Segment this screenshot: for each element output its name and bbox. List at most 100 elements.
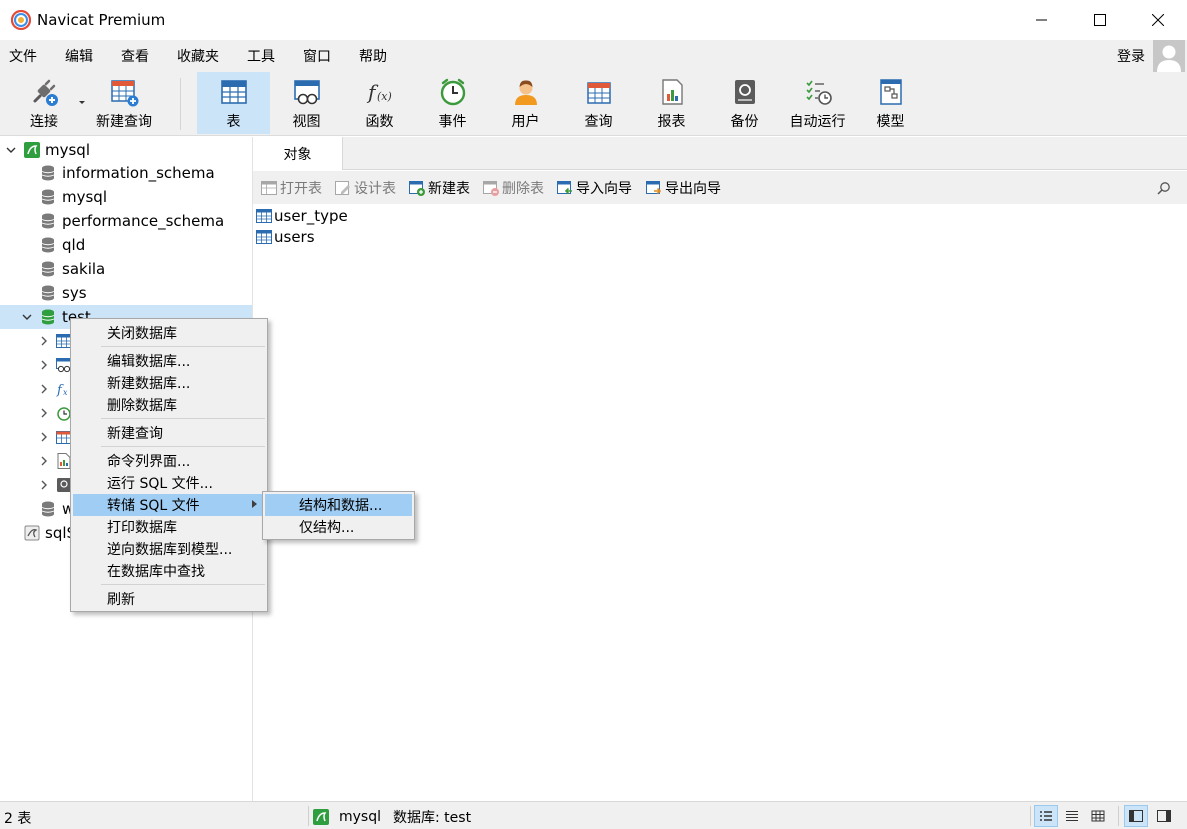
close-icon	[1152, 14, 1164, 26]
menu-structure-and-data[interactable]: 结构和数据...	[265, 494, 412, 516]
function-button[interactable]: f (x) 函数	[343, 72, 416, 134]
model-button[interactable]: 模型	[854, 72, 927, 134]
design-table-button[interactable]: 设计表	[335, 179, 396, 197]
menu-dump-sql-label: 转储 SQL 文件	[107, 498, 200, 514]
grid-view-button[interactable]	[1086, 805, 1110, 827]
menu-new-database[interactable]: 新建数据库...	[73, 372, 265, 394]
chevron-right-icon[interactable]	[38, 479, 50, 491]
connect-label: 连接	[30, 114, 58, 130]
menu-console[interactable]: 命令列界面...	[73, 450, 265, 472]
menu-dump-sql-file[interactable]: 转储 SQL 文件	[73, 494, 265, 516]
chevron-right-icon[interactable]	[38, 455, 50, 467]
database-icon	[41, 189, 55, 205]
maximize-button[interactable]	[1071, 0, 1129, 40]
search-icon[interactable]	[1157, 181, 1171, 195]
user-avatar-icon	[1157, 45, 1181, 72]
chevron-right-icon[interactable]	[38, 407, 50, 419]
menu-file[interactable]: 文件	[0, 46, 48, 66]
login-link[interactable]: 登录	[1117, 46, 1145, 66]
table-item-user-type[interactable]: user_type	[256, 205, 348, 226]
event-label: 事件	[438, 114, 467, 130]
menu-tools[interactable]: 工具	[238, 46, 286, 66]
tree-label: performance_schema	[62, 212, 225, 230]
import-icon	[557, 181, 572, 195]
menu-run-sql-file[interactable]: 运行 SQL 文件...	[73, 472, 265, 494]
minimize-button[interactable]	[1013, 0, 1071, 40]
detail-view-button[interactable]	[1060, 805, 1084, 827]
tree-db-sakila[interactable]: sakila	[0, 257, 252, 281]
design-table-label: 设计表	[354, 181, 396, 197]
menu-find-in-database[interactable]: 在数据库中查找	[73, 560, 265, 582]
menu-favorites[interactable]: 收藏夹	[168, 46, 230, 66]
toggle-nav-pane-button[interactable]	[1124, 805, 1148, 827]
automation-label: 自动运行	[789, 114, 846, 130]
report-label: 报表	[657, 114, 686, 130]
table-icon	[256, 229, 272, 244]
tab-objects[interactable]: 对象	[253, 137, 343, 170]
database-icon	[41, 285, 55, 301]
menu-edit[interactable]: 编辑	[56, 46, 104, 66]
delete-table-button[interactable]: 删除表	[483, 179, 544, 197]
connect-button[interactable]: 连接	[12, 72, 76, 134]
export-wizard-button[interactable]: 导出向导	[646, 179, 721, 197]
status-separator	[308, 806, 309, 826]
menu-delete-database[interactable]: 删除数据库	[73, 394, 265, 416]
menu-refresh[interactable]: 刷新	[73, 588, 265, 610]
user-icon	[514, 80, 537, 105]
open-table-button[interactable]: 打开表	[261, 179, 322, 197]
chevron-down-icon[interactable]	[5, 144, 17, 156]
menu-edit-database[interactable]: 编辑数据库...	[73, 350, 265, 372]
table-item-label: user_type	[274, 206, 348, 225]
status-bar: 2 表 mysql 数据库: test	[0, 801, 1187, 829]
new-query-button[interactable]: 新建查询	[88, 72, 160, 134]
menu-window[interactable]: 窗口	[294, 46, 342, 66]
close-button[interactable]	[1129, 0, 1187, 40]
chevron-right-icon[interactable]	[38, 431, 50, 443]
detail-view-icon	[1066, 810, 1078, 822]
menu-view[interactable]: 查看	[112, 46, 160, 66]
menu-structure-only[interactable]: 仅结构...	[265, 516, 412, 538]
view-label: 视图	[292, 114, 321, 130]
menu-reverse-to-model[interactable]: 逆向数据库到模型...	[73, 538, 265, 560]
user-label: 用户	[511, 114, 540, 130]
menu-separator	[101, 418, 265, 419]
user-button[interactable]: 用户	[489, 72, 562, 134]
chevron-right-icon[interactable]	[38, 383, 50, 395]
menu-help[interactable]: 帮助	[350, 46, 398, 66]
event-button[interactable]: 事件	[416, 72, 489, 134]
table-item-label: users	[274, 227, 315, 246]
table-button[interactable]: 表	[197, 72, 270, 134]
import-wizard-button[interactable]: 导入向导	[557, 179, 632, 197]
table-item-users[interactable]: users	[256, 226, 315, 247]
chevron-down-icon[interactable]	[21, 311, 33, 323]
new-table-button[interactable]: 新建表	[409, 179, 470, 197]
function-label: 函数	[365, 114, 394, 130]
right-pane-icon	[1157, 810, 1171, 822]
mysql-connection-icon	[24, 142, 40, 158]
tree-db-qld[interactable]: qld	[0, 233, 252, 257]
automation-button[interactable]: 自动运行	[781, 72, 854, 134]
avatar[interactable]	[1153, 40, 1185, 72]
connect-dropdown-icon[interactable]	[78, 100, 86, 106]
navicat-logo-icon	[11, 10, 31, 30]
menu-print-database[interactable]: 打印数据库	[73, 516, 265, 538]
svg-text:x: x	[63, 388, 68, 397]
chevron-right-icon[interactable]	[38, 335, 50, 347]
toggle-info-pane-button[interactable]	[1152, 805, 1176, 827]
chevron-right-icon[interactable]	[38, 359, 50, 371]
tree-db-information-schema[interactable]: information_schema	[0, 161, 252, 185]
tree-db-mysql[interactable]: mysql	[0, 185, 252, 209]
view-button[interactable]: 视图	[270, 72, 343, 134]
tree-db-performance-schema[interactable]: performance_schema	[0, 209, 252, 233]
query-label: 查询	[584, 114, 613, 130]
tree-db-sys[interactable]: sys	[0, 281, 252, 305]
list-view-button[interactable]	[1034, 805, 1058, 827]
report-button[interactable]: 报表	[635, 72, 708, 134]
database-icon	[41, 501, 55, 517]
menu-new-query[interactable]: 新建查询	[73, 422, 265, 444]
query-button[interactable]: 查询	[562, 72, 635, 134]
list-view-icon	[1040, 811, 1052, 821]
backup-button[interactable]: 备份	[708, 72, 781, 134]
tree-connection-mysql[interactable]: mysql	[0, 138, 252, 162]
menu-close-database[interactable]: 关闭数据库	[73, 322, 265, 344]
